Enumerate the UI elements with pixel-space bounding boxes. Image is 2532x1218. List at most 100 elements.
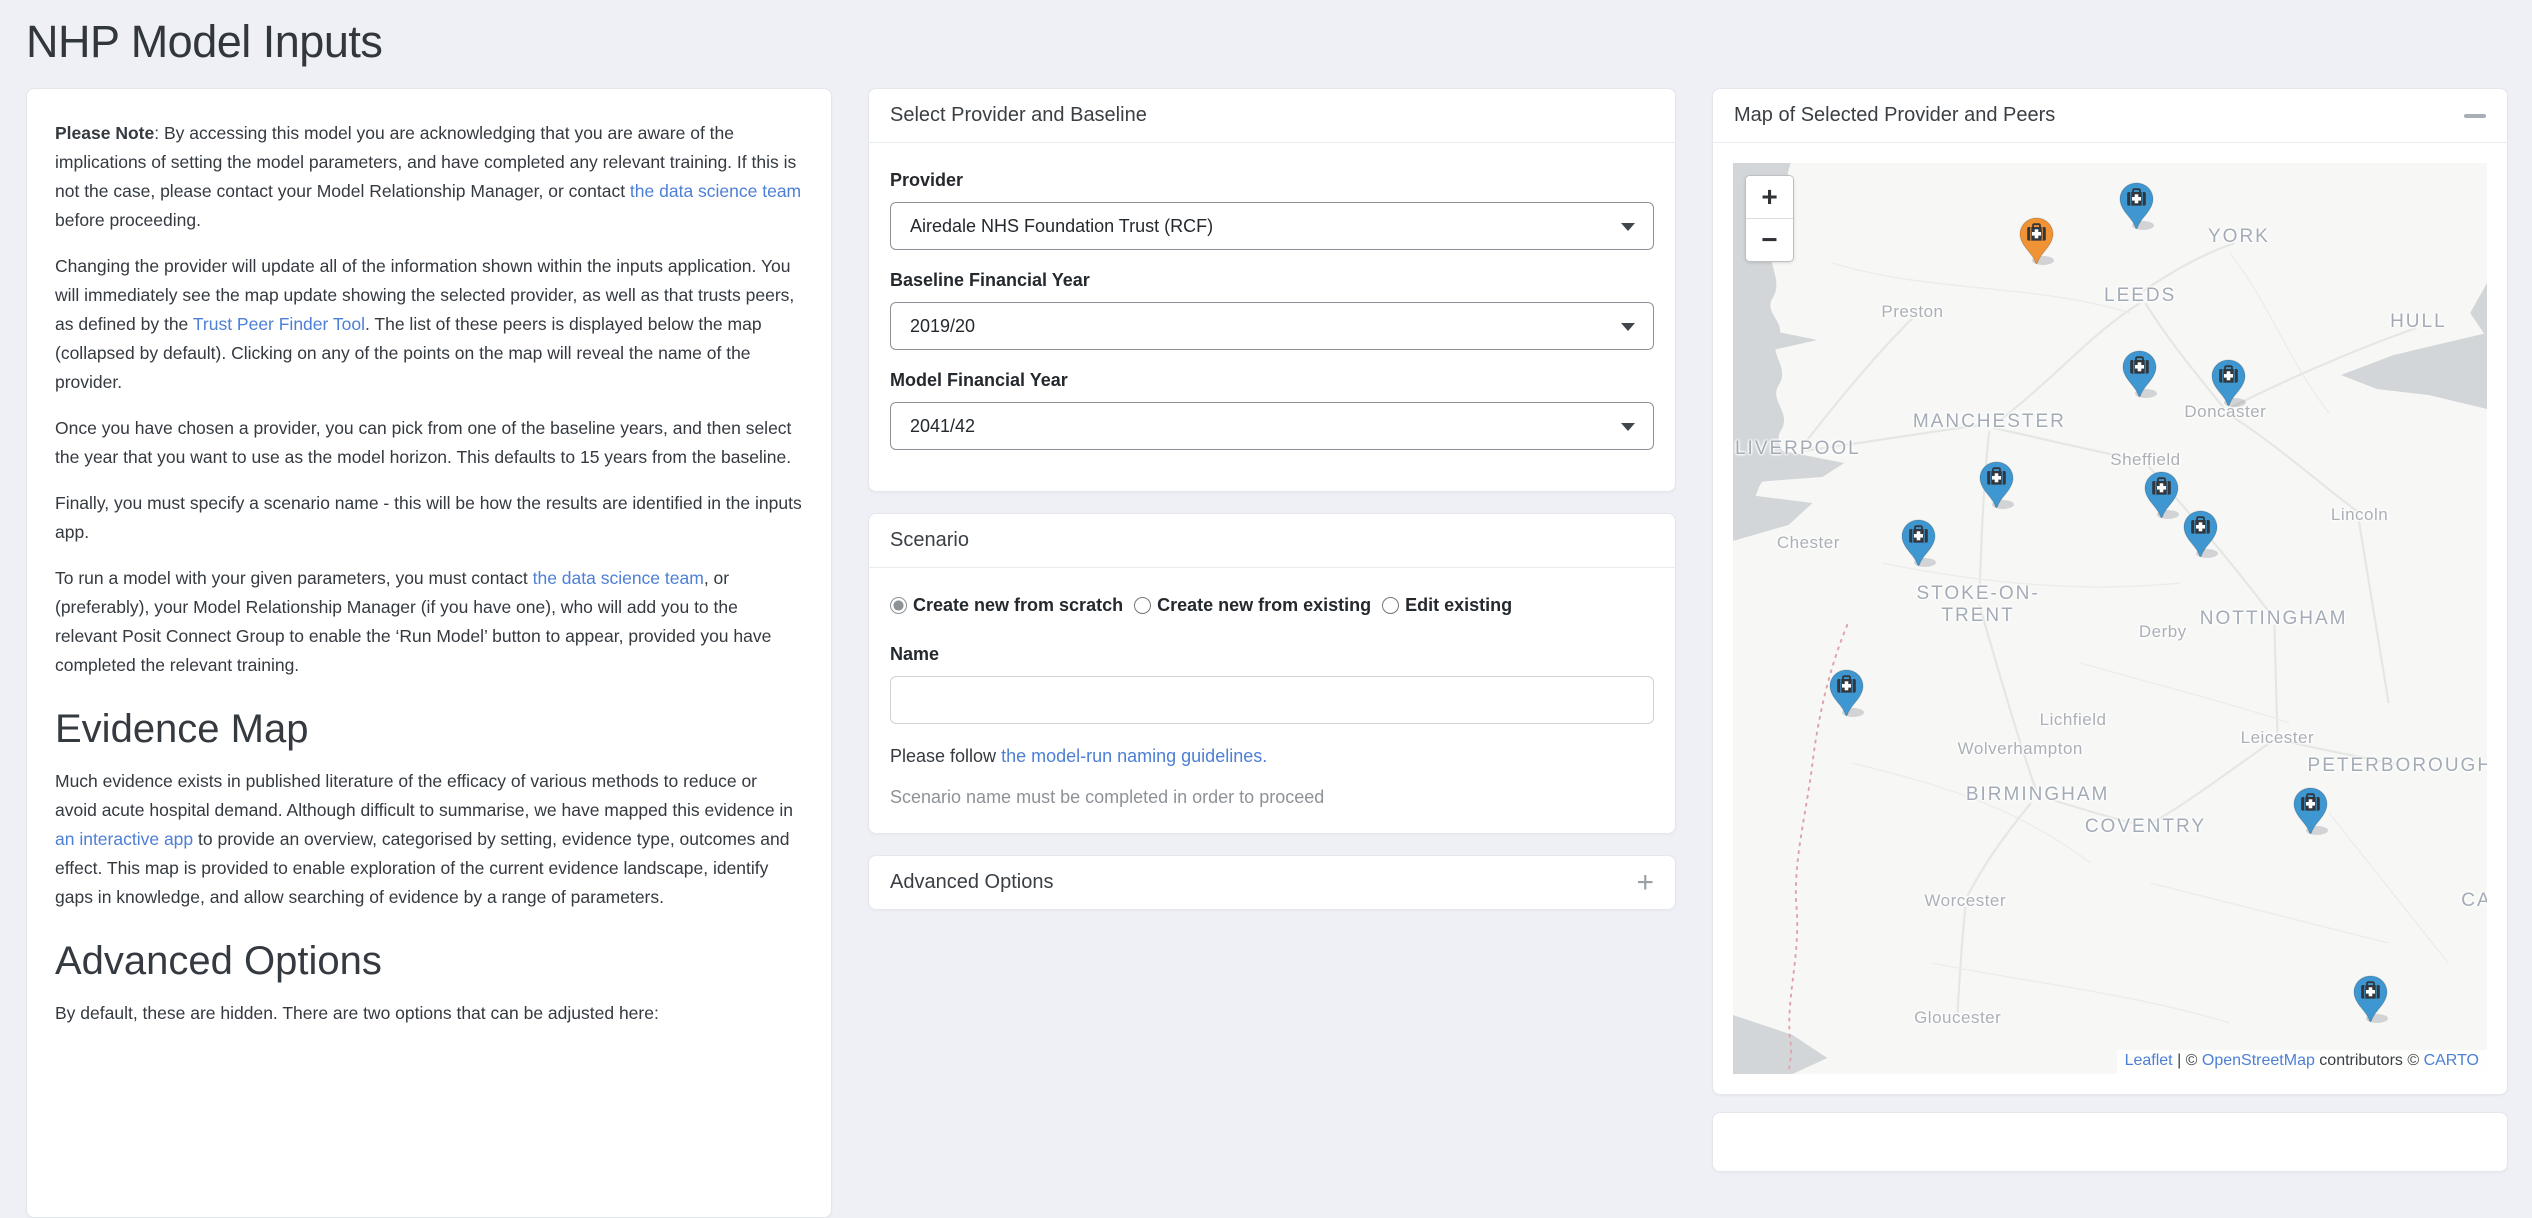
radio-input[interactable]	[890, 597, 907, 614]
scenario-name-required-note: Scenario name must be completed in order…	[890, 787, 1654, 808]
map-city-label: Derby	[2139, 622, 2187, 642]
map-city-label: LEEDS	[2104, 285, 2176, 307]
scenario-mode-radios: Create new from scratch Create new from e…	[890, 595, 1654, 616]
chevron-down-icon	[1621, 423, 1635, 431]
map-city-label: BIRMINGHAM	[1966, 784, 2110, 806]
radio-label: Create new from scratch	[913, 595, 1123, 616]
baseline-year-selected-value: 2019/20	[910, 316, 975, 337]
text-link[interactable]: the data science team	[533, 568, 704, 588]
zoom-out-button[interactable]: −	[1746, 218, 1793, 261]
model-year-label: Model Financial Year	[890, 370, 1654, 391]
zoom-in-button[interactable]: +	[1746, 176, 1793, 218]
peer-marker[interactable]	[2118, 182, 2155, 230]
radio-input[interactable]	[1382, 597, 1399, 614]
peer-marker[interactable]	[2292, 787, 2329, 835]
page-title: NHP Model Inputs	[26, 16, 2532, 68]
peers-card-partial	[1712, 1112, 2508, 1172]
peer-marker[interactable]	[2143, 471, 2180, 519]
map-city-label: Preston	[1881, 302, 1943, 322]
map-attribution: Leaflet | © OpenStreetMap contributors ©…	[2117, 1050, 2487, 1074]
provider-card-header: Select Provider and Baseline	[869, 89, 1675, 143]
attribution-link[interactable]: OpenStreetMap	[2202, 1052, 2315, 1069]
peer-marker[interactable]	[2352, 975, 2389, 1023]
provider-select[interactable]: Airedale NHS Foundation Trust (RCF)	[890, 202, 1654, 250]
map-city-label: YORK	[2208, 226, 2270, 248]
peer-marker[interactable]	[2121, 350, 2158, 398]
map-city-label: Worcester	[1924, 891, 2006, 911]
attribution-text: | ©	[2173, 1052, 2202, 1069]
expand-icon[interactable]: +	[1636, 874, 1654, 892]
attribution-link[interactable]: Leaflet	[2125, 1052, 2173, 1069]
scenario-name-input[interactable]	[890, 676, 1654, 724]
scenario-card-body: Create new from scratch Create new from e…	[869, 568, 1675, 833]
text-run: Once you have chosen a provider, you can…	[55, 418, 791, 467]
model-year-select[interactable]: 2041/42	[890, 402, 1654, 450]
map-city-label: Leicester	[2241, 728, 2314, 748]
text-run: Finally, you must specify a scenario nam…	[55, 493, 802, 542]
section-heading: Evidence Map	[55, 707, 803, 752]
attribution-link[interactable]: CARTO	[2424, 1052, 2479, 1069]
selected-provider-marker[interactable]	[2018, 217, 2055, 265]
map-card-header: Map of Selected Provider and Peers	[1713, 89, 2507, 143]
scenario-radio-1[interactable]: Create new from scratch	[890, 595, 1123, 616]
naming-guidelines-link[interactable]: the model-run naming guidelines.	[1001, 746, 1267, 766]
baseline-year-label: Baseline Financial Year	[890, 270, 1654, 291]
app-root: { "page": { "title": "NHP Model Inputs" …	[0, 16, 2532, 1151]
map-city-label: Chester	[1777, 533, 1840, 553]
text-link[interactable]: an interactive app	[55, 829, 193, 849]
advanced-options-card[interactable]: Advanced Options +	[868, 855, 1676, 910]
map-zoom-control: + −	[1745, 175, 1794, 262]
follow-prefix: Please follow	[890, 746, 1001, 766]
map-city-label: LIVERPOOL	[1735, 438, 1861, 460]
radio-input[interactable]	[1134, 597, 1151, 614]
intro-paragraph: To run a model with your given parameter…	[55, 564, 803, 680]
map-city-label: COVENTRY	[2085, 816, 2206, 838]
baseline-year-select[interactable]: 2019/20	[890, 302, 1654, 350]
intro-text: Please Note: By accessing this model you…	[55, 119, 803, 1028]
map-city-label: HULL	[2390, 311, 2447, 333]
text-run: Much evidence exists in published litera…	[55, 771, 793, 820]
text-link[interactable]: Trust Peer Finder Tool	[193, 314, 365, 334]
peer-marker[interactable]	[2210, 359, 2247, 407]
text-run: By default, these are hidden. There are …	[55, 1003, 659, 1023]
map-city-label: Lichfield	[2040, 710, 2107, 730]
scenario-radio-3[interactable]: Edit existing	[1382, 595, 1512, 616]
provider-card-title: Select Provider and Baseline	[890, 104, 1147, 127]
scenario-radio-2[interactable]: Create new from existing	[1134, 595, 1371, 616]
advanced-options-header[interactable]: Advanced Options +	[869, 856, 1675, 909]
scenario-card: Scenario Create new from scratchCreate n…	[868, 513, 1676, 834]
map-card: Map of Selected Provider and Peers	[1712, 88, 2508, 1095]
provider-label: Provider	[890, 170, 1654, 191]
main-columns: Please Note: By accessing this model you…	[0, 88, 2532, 1218]
provider-selected-value: Airedale NHS Foundation Trust (RCF)	[910, 216, 1213, 237]
intro-paragraph: By default, these are hidden. There are …	[55, 999, 803, 1028]
intro-paragraph: Finally, you must specify a scenario nam…	[55, 489, 803, 547]
section-heading: Advanced Options	[55, 939, 803, 984]
peer-marker[interactable]	[1900, 519, 1937, 567]
leaflet-map[interactable]: PrestonYORKLEEDSHULLMANCHESTERDoncasterL…	[1733, 163, 2487, 1074]
text-link[interactable]: the data science team	[630, 181, 801, 201]
chevron-down-icon	[1621, 323, 1635, 331]
intro-paragraph: Once you have chosen a provider, you can…	[55, 414, 803, 472]
bold-text: Please Note	[55, 123, 154, 143]
map-city-label: NOTTINGHAM	[2200, 608, 2348, 630]
intro-paragraph: Changing the provider will update all of…	[55, 252, 803, 397]
map-city-label: Wolverhampton	[1958, 739, 2083, 759]
map-column: Map of Selected Provider and Peers	[1712, 88, 2508, 1172]
intro-paragraph: Please Note: By accessing this model you…	[55, 119, 803, 235]
attribution-text: contributors ©	[2315, 1052, 2424, 1069]
peer-marker[interactable]	[2182, 510, 2219, 558]
radio-label: Create new from existing	[1157, 595, 1371, 616]
peer-marker[interactable]	[1828, 669, 1865, 717]
peer-marker[interactable]	[1978, 461, 2015, 509]
advanced-options-title: Advanced Options	[890, 871, 1053, 894]
collapse-icon[interactable]	[2464, 114, 2486, 118]
map-city-label: CA	[2461, 890, 2487, 912]
provider-baseline-card: Select Provider and Baseline Provider Air…	[868, 88, 1676, 492]
scenario-name-label: Name	[890, 644, 1654, 665]
intro-card: Please Note: By accessing this model you…	[26, 88, 832, 1218]
radio-label: Edit existing	[1405, 595, 1512, 616]
map-city-label: PETERBOROUGH	[2308, 755, 2487, 777]
scenario-card-title: Scenario	[890, 529, 969, 552]
model-year-selected-value: 2041/42	[910, 416, 975, 437]
